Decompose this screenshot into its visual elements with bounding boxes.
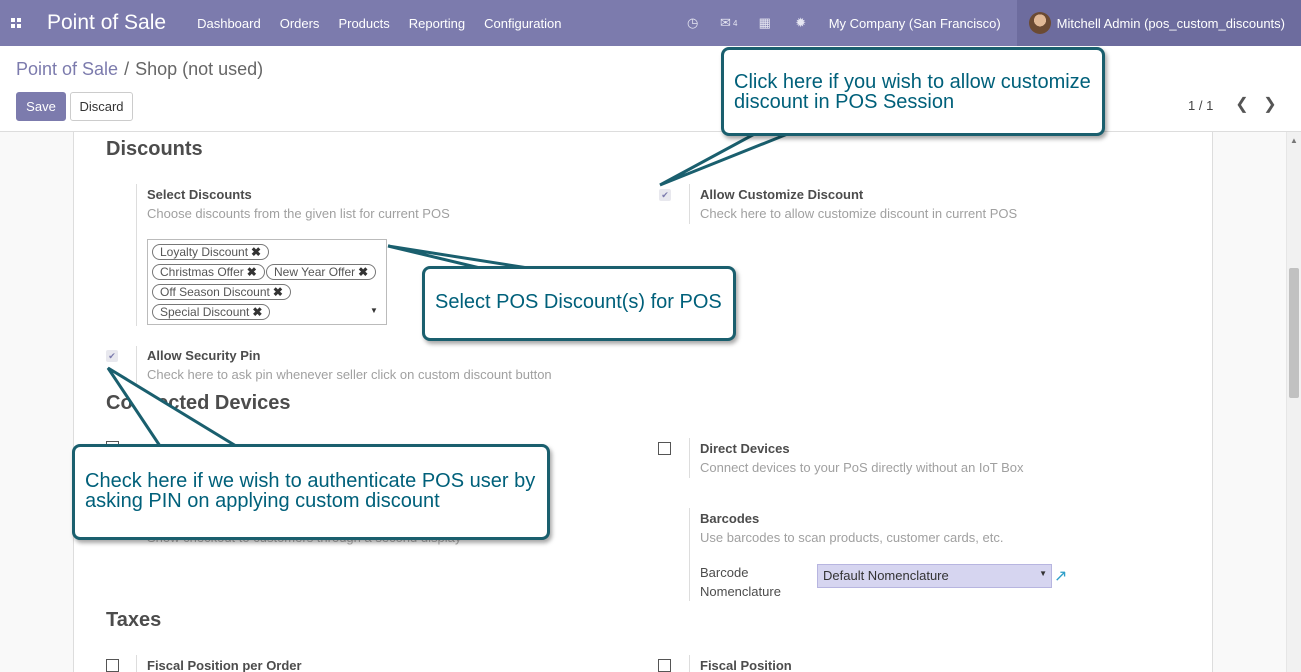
chevron-right-icon[interactable]: ❯ <box>1261 96 1279 114</box>
divider <box>689 184 690 224</box>
tag-christmas-offer: Christmas Offer ✖ <box>152 264 265 280</box>
pager-value[interactable]: 1 / 1 <box>1188 98 1213 113</box>
discard-button[interactable]: Discard <box>70 92 133 121</box>
direct-devices-title: Direct Devices <box>700 441 790 456</box>
chat-icon[interactable]: ✉ 4 <box>711 0 747 46</box>
breadcrumb-current: Shop (not used) <box>135 59 264 79</box>
direct-devices-checkbox[interactable] <box>658 442 671 455</box>
company-switcher[interactable]: My Company (San Francisco) <box>829 16 1001 31</box>
fiscal-position-title: Fiscal Position <box>700 658 792 672</box>
fiscal-per-order-title: Fiscal Position per Order <box>147 658 302 672</box>
tag-new-year-offer: New Year Offer ✖ <box>266 264 377 280</box>
customize-discount-callout: Click here if you wish to allow customiz… <box>721 47 1105 136</box>
avatar <box>1028 12 1051 34</box>
allow-customize-checkbox[interactable]: ✔ <box>659 189 671 201</box>
menu-products[interactable]: Products <box>338 16 389 31</box>
tag-loyalty-discount: Loyalty Discount ✖ <box>152 244 270 260</box>
menu-orders[interactable]: Orders <box>280 16 320 31</box>
app-brand[interactable]: Point of Sale <box>47 11 166 35</box>
user-menu[interactable]: Mitchell Admin (pos_custom_discounts) <box>1016 0 1301 46</box>
divider <box>136 655 137 672</box>
scroll-thumb[interactable] <box>1289 268 1299 398</box>
gift-icon[interactable]: ▦ <box>747 0 783 46</box>
barcode-nomenclature-select[interactable]: Default Nomenclature ▼ <box>817 564 1052 588</box>
breadcrumb-parent[interactable]: Point of Sale <box>16 59 118 79</box>
allow-security-pin-desc: Check here to ask pin whenever seller cl… <box>147 367 552 382</box>
divider <box>136 346 137 386</box>
breadcrumb-separator: / <box>124 59 130 79</box>
chat-count-badge: 4 <box>732 18 738 28</box>
tag-special-discount: Special Discount ✖ <box>152 304 271 320</box>
scrollbar[interactable]: ▲ <box>1286 132 1301 672</box>
fiscal-per-order-checkbox[interactable] <box>106 659 119 672</box>
divider <box>689 508 690 601</box>
external-link-icon[interactable]: ↗ <box>1054 566 1074 586</box>
remove-tag-icon[interactable]: ✖ <box>251 245 261 259</box>
select-discount-callout: Select POS Discount(s) for POS <box>422 266 736 341</box>
security-pin-callout: Check here if we wish to authenticate PO… <box>72 444 550 540</box>
save-button[interactable]: Save <box>16 92 66 121</box>
divider <box>136 184 137 326</box>
chevron-left-icon[interactable]: ❮ <box>1233 96 1251 114</box>
allow-security-pin-title: Allow Security Pin <box>147 348 261 363</box>
divider <box>689 438 690 478</box>
remove-tag-icon[interactable]: ✖ <box>247 265 257 279</box>
breadcrumb: Point of Sale / Shop (not used) <box>16 59 263 80</box>
control-panel: Point of Sale / Shop (not used) Save Disca… <box>0 46 1301 132</box>
allow-customize-title: Allow Customize Discount <box>700 187 864 202</box>
menu-dashboard[interactable]: Dashboard <box>197 16 261 31</box>
allow-customize-desc: Check here to allow customize discount i… <box>700 206 1018 221</box>
user-name: Mitchell Admin (pos_custom_discounts) <box>1056 15 1285 31</box>
clock-icon[interactable]: ◷ <box>675 0 711 46</box>
menu-reporting[interactable]: Reporting <box>409 16 465 31</box>
devices-section-title: Connected Devices <box>106 392 291 414</box>
allow-security-pin-checkbox[interactable]: ✔ <box>106 350 118 362</box>
bug-icon[interactable]: ✹ <box>783 0 819 46</box>
direct-devices-desc: Connect devices to your PoS directly wit… <box>700 460 1024 475</box>
remove-tag-icon[interactable]: ✖ <box>273 285 283 299</box>
select-discounts-desc: Choose discounts from the given list for… <box>147 206 450 221</box>
caret-down-icon: ▼ <box>1039 569 1047 578</box>
divider <box>689 655 690 672</box>
barcode-nomenclature-label: Barcode Nomenclature <box>700 565 781 599</box>
apps-menu-icon[interactable] <box>0 0 32 46</box>
barcodes-desc: Use barcodes to scan products, customer … <box>700 530 1004 545</box>
menu-configuration[interactable]: Configuration <box>484 16 561 31</box>
top-navbar: Point of Sale Dashboard Orders Products … <box>0 0 1301 46</box>
nomenclature-value: Default Nomenclature <box>823 568 949 583</box>
caret-down-icon[interactable]: ▼ <box>370 306 378 315</box>
remove-tag-icon[interactable]: ✖ <box>358 265 368 279</box>
remove-tag-icon[interactable]: ✖ <box>252 305 262 319</box>
discounts-section-title: Discounts <box>106 138 203 160</box>
taxes-section-title: Taxes <box>106 609 162 631</box>
barcodes-title: Barcodes <box>700 511 760 526</box>
select-discounts-title: Select Discounts <box>147 187 252 202</box>
tag-off-season-discount: Off Season Discount ✖ <box>152 284 291 300</box>
scroll-up-icon[interactable]: ▲ <box>1290 136 1298 145</box>
fiscal-position-checkbox[interactable] <box>658 659 671 672</box>
